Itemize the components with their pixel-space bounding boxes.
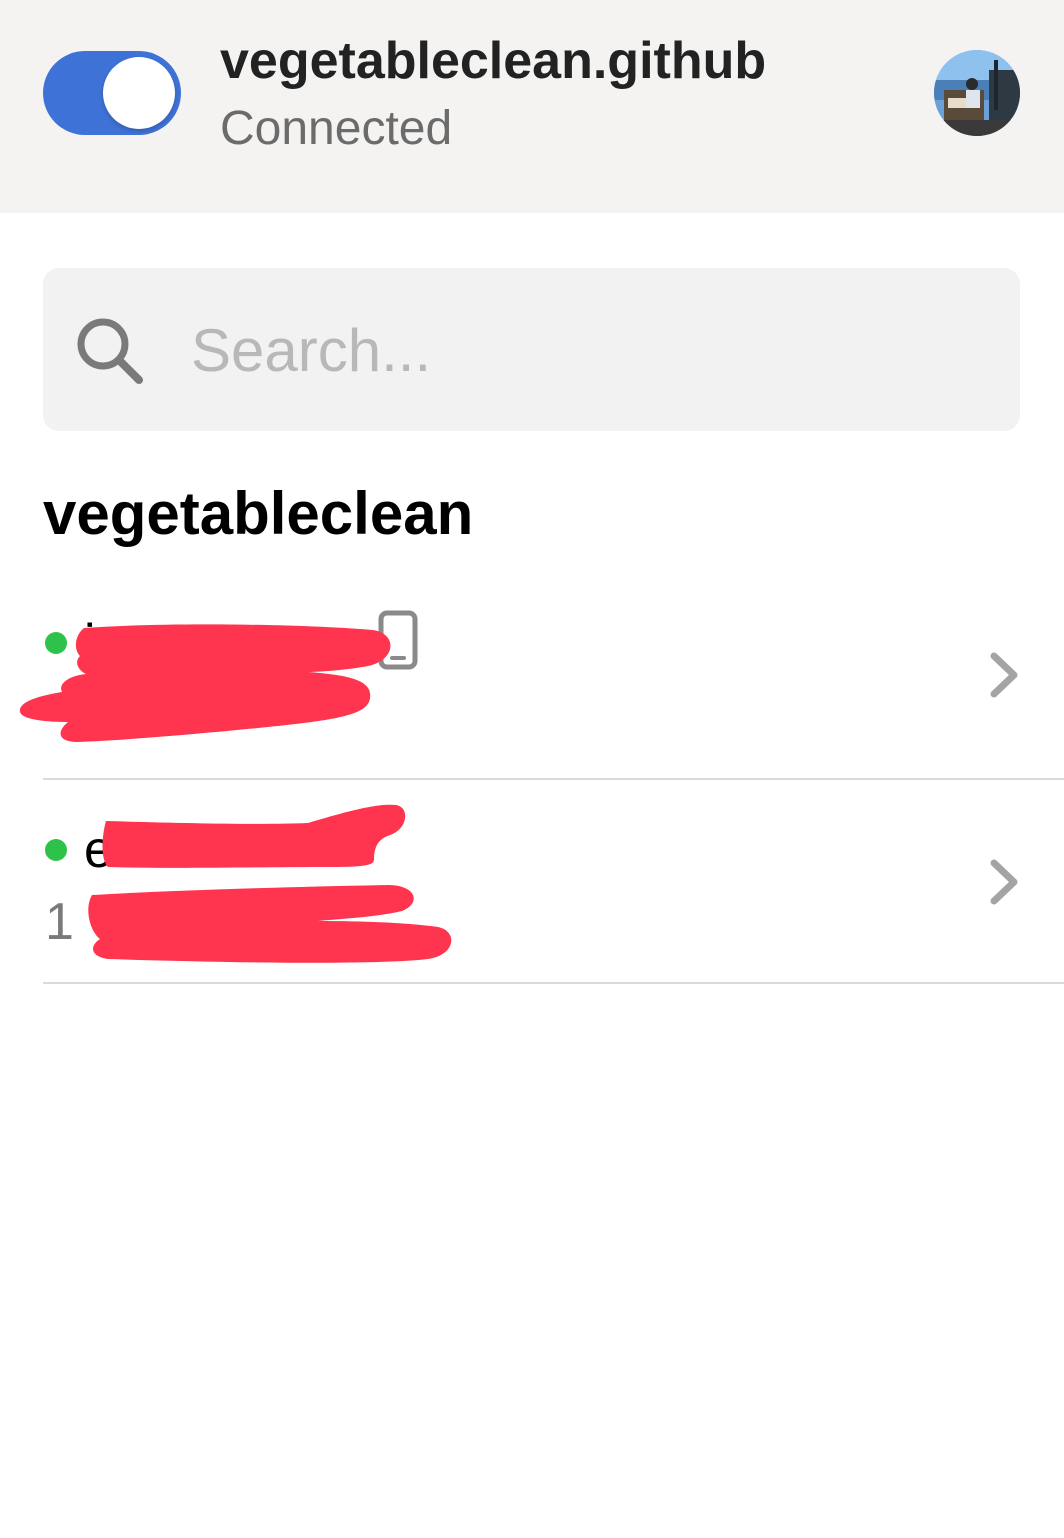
search-icon: [77, 318, 143, 384]
avatar-image: [934, 50, 1020, 136]
connection-status: Connected: [220, 102, 453, 155]
online-status-dot: [45, 632, 67, 654]
header: vegetableclean.github Connected: [0, 0, 1064, 213]
device-row[interactable]: e 1: [0, 779, 1064, 982]
section-title: vegetableclean: [43, 480, 474, 547]
chevron-right-icon: [990, 859, 1018, 905]
vpn-toggle[interactable]: [43, 51, 181, 135]
row-divider: [43, 982, 1064, 984]
device-name: i: [84, 614, 96, 672]
device-row[interactable]: i: [0, 590, 1064, 778]
search-input[interactable]: [191, 308, 971, 392]
tailnet-name: vegetableclean.github: [220, 32, 767, 90]
toggle-knob: [103, 57, 175, 129]
online-status-dot: [45, 839, 67, 861]
chevron-right-icon: [990, 652, 1018, 698]
search-bar[interactable]: [43, 268, 1020, 431]
avatar[interactable]: [934, 50, 1020, 136]
redaction-mark: [88, 804, 452, 963]
phone-icon: [378, 610, 418, 670]
device-name: e: [84, 821, 113, 879]
redaction-mark: [19, 624, 391, 742]
device-ip: 1: [45, 893, 74, 951]
